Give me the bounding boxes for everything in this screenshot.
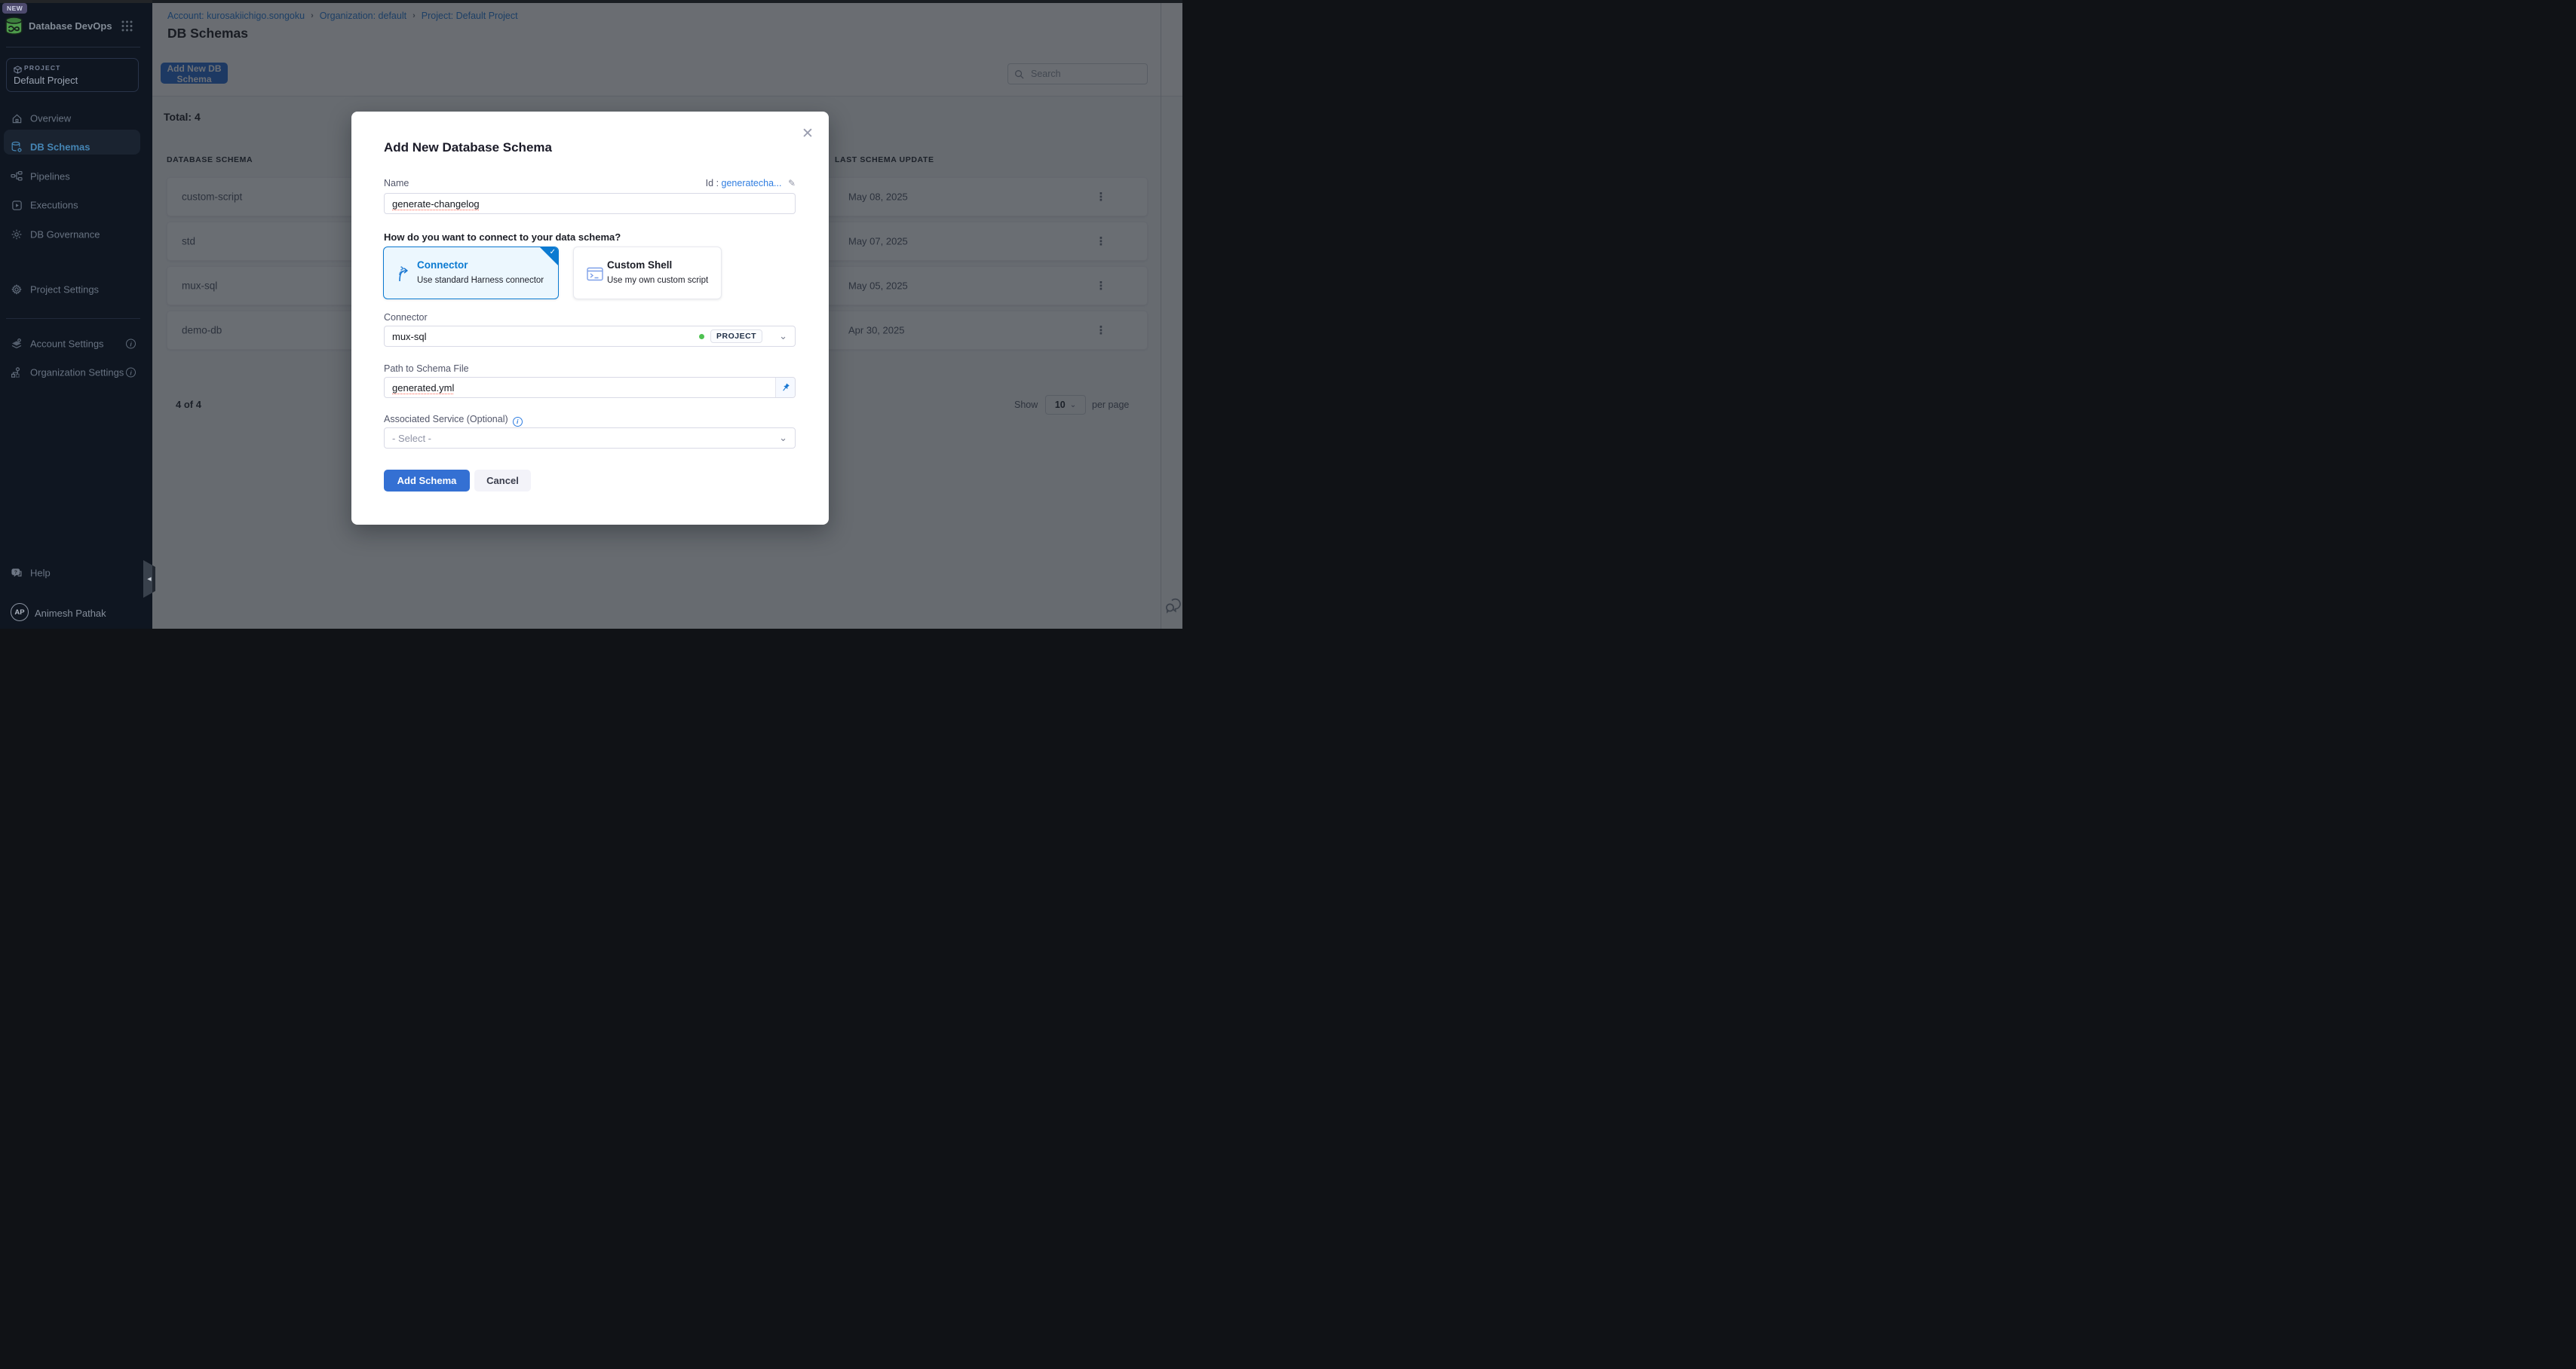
project-label: PROJECT bbox=[24, 64, 61, 72]
sidebar-item-executions[interactable]: Executions bbox=[0, 194, 152, 216]
pin-icon bbox=[780, 383, 790, 393]
option-subtitle: Use my own custom script bbox=[607, 276, 708, 285]
collapse-arrow-icon: ◀ bbox=[147, 576, 151, 582]
svg-text:?: ? bbox=[14, 570, 17, 575]
connector-select[interactable]: mux-sql PROJECT ⌄ bbox=[384, 326, 796, 347]
sidebar-divider bbox=[6, 318, 140, 319]
sidebar-item-pipelines[interactable]: Pipelines bbox=[0, 165, 152, 188]
option-title: Connector bbox=[417, 259, 468, 271]
check-icon: ✓ bbox=[550, 248, 556, 256]
home-icon bbox=[11, 112, 23, 124]
path-label: Path to Schema File bbox=[384, 363, 469, 374]
sidebar-item-overview[interactable]: Overview bbox=[0, 107, 152, 130]
new-badge: NEW bbox=[2, 3, 27, 14]
modal-title: Add New Database Schema bbox=[384, 140, 552, 155]
cancel-button[interactable]: Cancel bbox=[474, 470, 531, 492]
path-input[interactable]: generated.yml bbox=[384, 377, 796, 398]
user-name[interactable]: Animesh Pathak bbox=[35, 608, 106, 619]
pin-segment[interactable] bbox=[775, 378, 795, 397]
terminal-icon bbox=[587, 267, 602, 283]
chevron-down-icon: ⌄ bbox=[779, 432, 787, 444]
db-schema-icon bbox=[11, 141, 23, 153]
app-grid-icon[interactable] bbox=[121, 20, 133, 32]
governance-gear-icon bbox=[11, 228, 23, 240]
add-schema-button[interactable]: Add Schema bbox=[384, 470, 470, 492]
sidebar-item-db-governance[interactable]: DB Governance bbox=[0, 223, 152, 246]
sidebar-item-label: Project Settings bbox=[30, 284, 99, 296]
sidebar-item-label: Overview bbox=[30, 113, 71, 124]
sidebar: NEW Database DevOps bbox=[0, 0, 152, 629]
entity-id-row: Id : generatecha... ✎ bbox=[351, 178, 796, 188]
info-icon[interactable]: i bbox=[126, 339, 136, 349]
info-icon[interactable]: i bbox=[126, 368, 136, 378]
sidebar-item-label: Organization Settings bbox=[30, 367, 124, 378]
sidebar-item-label: DB Governance bbox=[30, 229, 100, 240]
app-root: NEW Database DevOps bbox=[0, 0, 1182, 629]
id-value-link[interactable]: generatecha... bbox=[722, 178, 782, 188]
pipelines-icon bbox=[11, 170, 23, 182]
add-schema-modal: ✕ Add New Database Schema Name Id : gene… bbox=[351, 112, 829, 525]
path-value: generated.yml bbox=[392, 382, 454, 394]
sidebar-item-account-settings[interactable]: Account Settings i bbox=[0, 332, 152, 355]
connector-arrows-icon bbox=[397, 265, 412, 282]
connector-value: mux-sql bbox=[392, 331, 427, 342]
connector-label: Connector bbox=[384, 312, 428, 323]
service-label: Associated Service (Optional) i bbox=[384, 414, 523, 427]
sidebar-item-label: Pipelines bbox=[30, 171, 70, 182]
info-icon[interactable]: i bbox=[513, 417, 523, 427]
executions-icon bbox=[11, 199, 23, 211]
connector-status-dot bbox=[699, 334, 704, 339]
service-select[interactable]: - Select - ⌄ bbox=[384, 427, 796, 449]
project-name: Default Project bbox=[14, 75, 78, 86]
sidebar-item-label: Help bbox=[30, 568, 51, 579]
chevron-down-icon: ⌄ bbox=[779, 330, 787, 342]
edit-pencil-icon[interactable]: ✎ bbox=[788, 178, 796, 188]
option-subtitle: Use standard Harness connector bbox=[417, 276, 544, 285]
app-title: Database DevOps bbox=[29, 20, 112, 32]
name-input[interactable]: generate-changelog bbox=[384, 193, 796, 214]
option-card-connector[interactable]: Connector Use standard Harness connector… bbox=[383, 247, 559, 299]
service-label-text: Associated Service (Optional) bbox=[384, 414, 508, 424]
scope-badge: PROJECT bbox=[710, 329, 762, 343]
org-gear-icon bbox=[11, 366, 23, 378]
sidebar-item-project-settings[interactable]: Project Settings bbox=[0, 278, 152, 301]
project-selector[interactable]: PROJECT Default Project › bbox=[6, 58, 139, 92]
database-devops-logo-icon bbox=[4, 16, 24, 35]
avatar[interactable]: AP bbox=[11, 603, 29, 621]
sidebar-item-organization-settings[interactable]: Organization Settings i bbox=[0, 361, 152, 384]
sidebar-item-db-schemas[interactable]: DB Schemas bbox=[0, 136, 152, 158]
name-value: generate-changelog bbox=[392, 198, 480, 210]
option-title: Custom Shell bbox=[607, 259, 672, 271]
connect-question: How do you want to connect to your data … bbox=[384, 231, 621, 243]
gear-icon bbox=[11, 283, 23, 296]
sidebar-item-label: Executions bbox=[30, 200, 78, 211]
layers-gear-icon bbox=[11, 338, 23, 350]
sidebar-item-help[interactable]: ? Help bbox=[0, 562, 152, 584]
help-chat-icon: ? bbox=[11, 567, 23, 579]
sidebar-item-label: DB Schemas bbox=[30, 142, 90, 153]
cube-icon bbox=[14, 64, 22, 72]
service-placeholder: - Select - bbox=[392, 433, 431, 444]
option-card-custom-shell[interactable]: Custom Shell Use my own custom script bbox=[573, 247, 722, 299]
sidebar-item-label: Account Settings bbox=[30, 338, 104, 350]
id-label: Id : bbox=[706, 178, 719, 188]
close-icon[interactable]: ✕ bbox=[802, 125, 814, 142]
